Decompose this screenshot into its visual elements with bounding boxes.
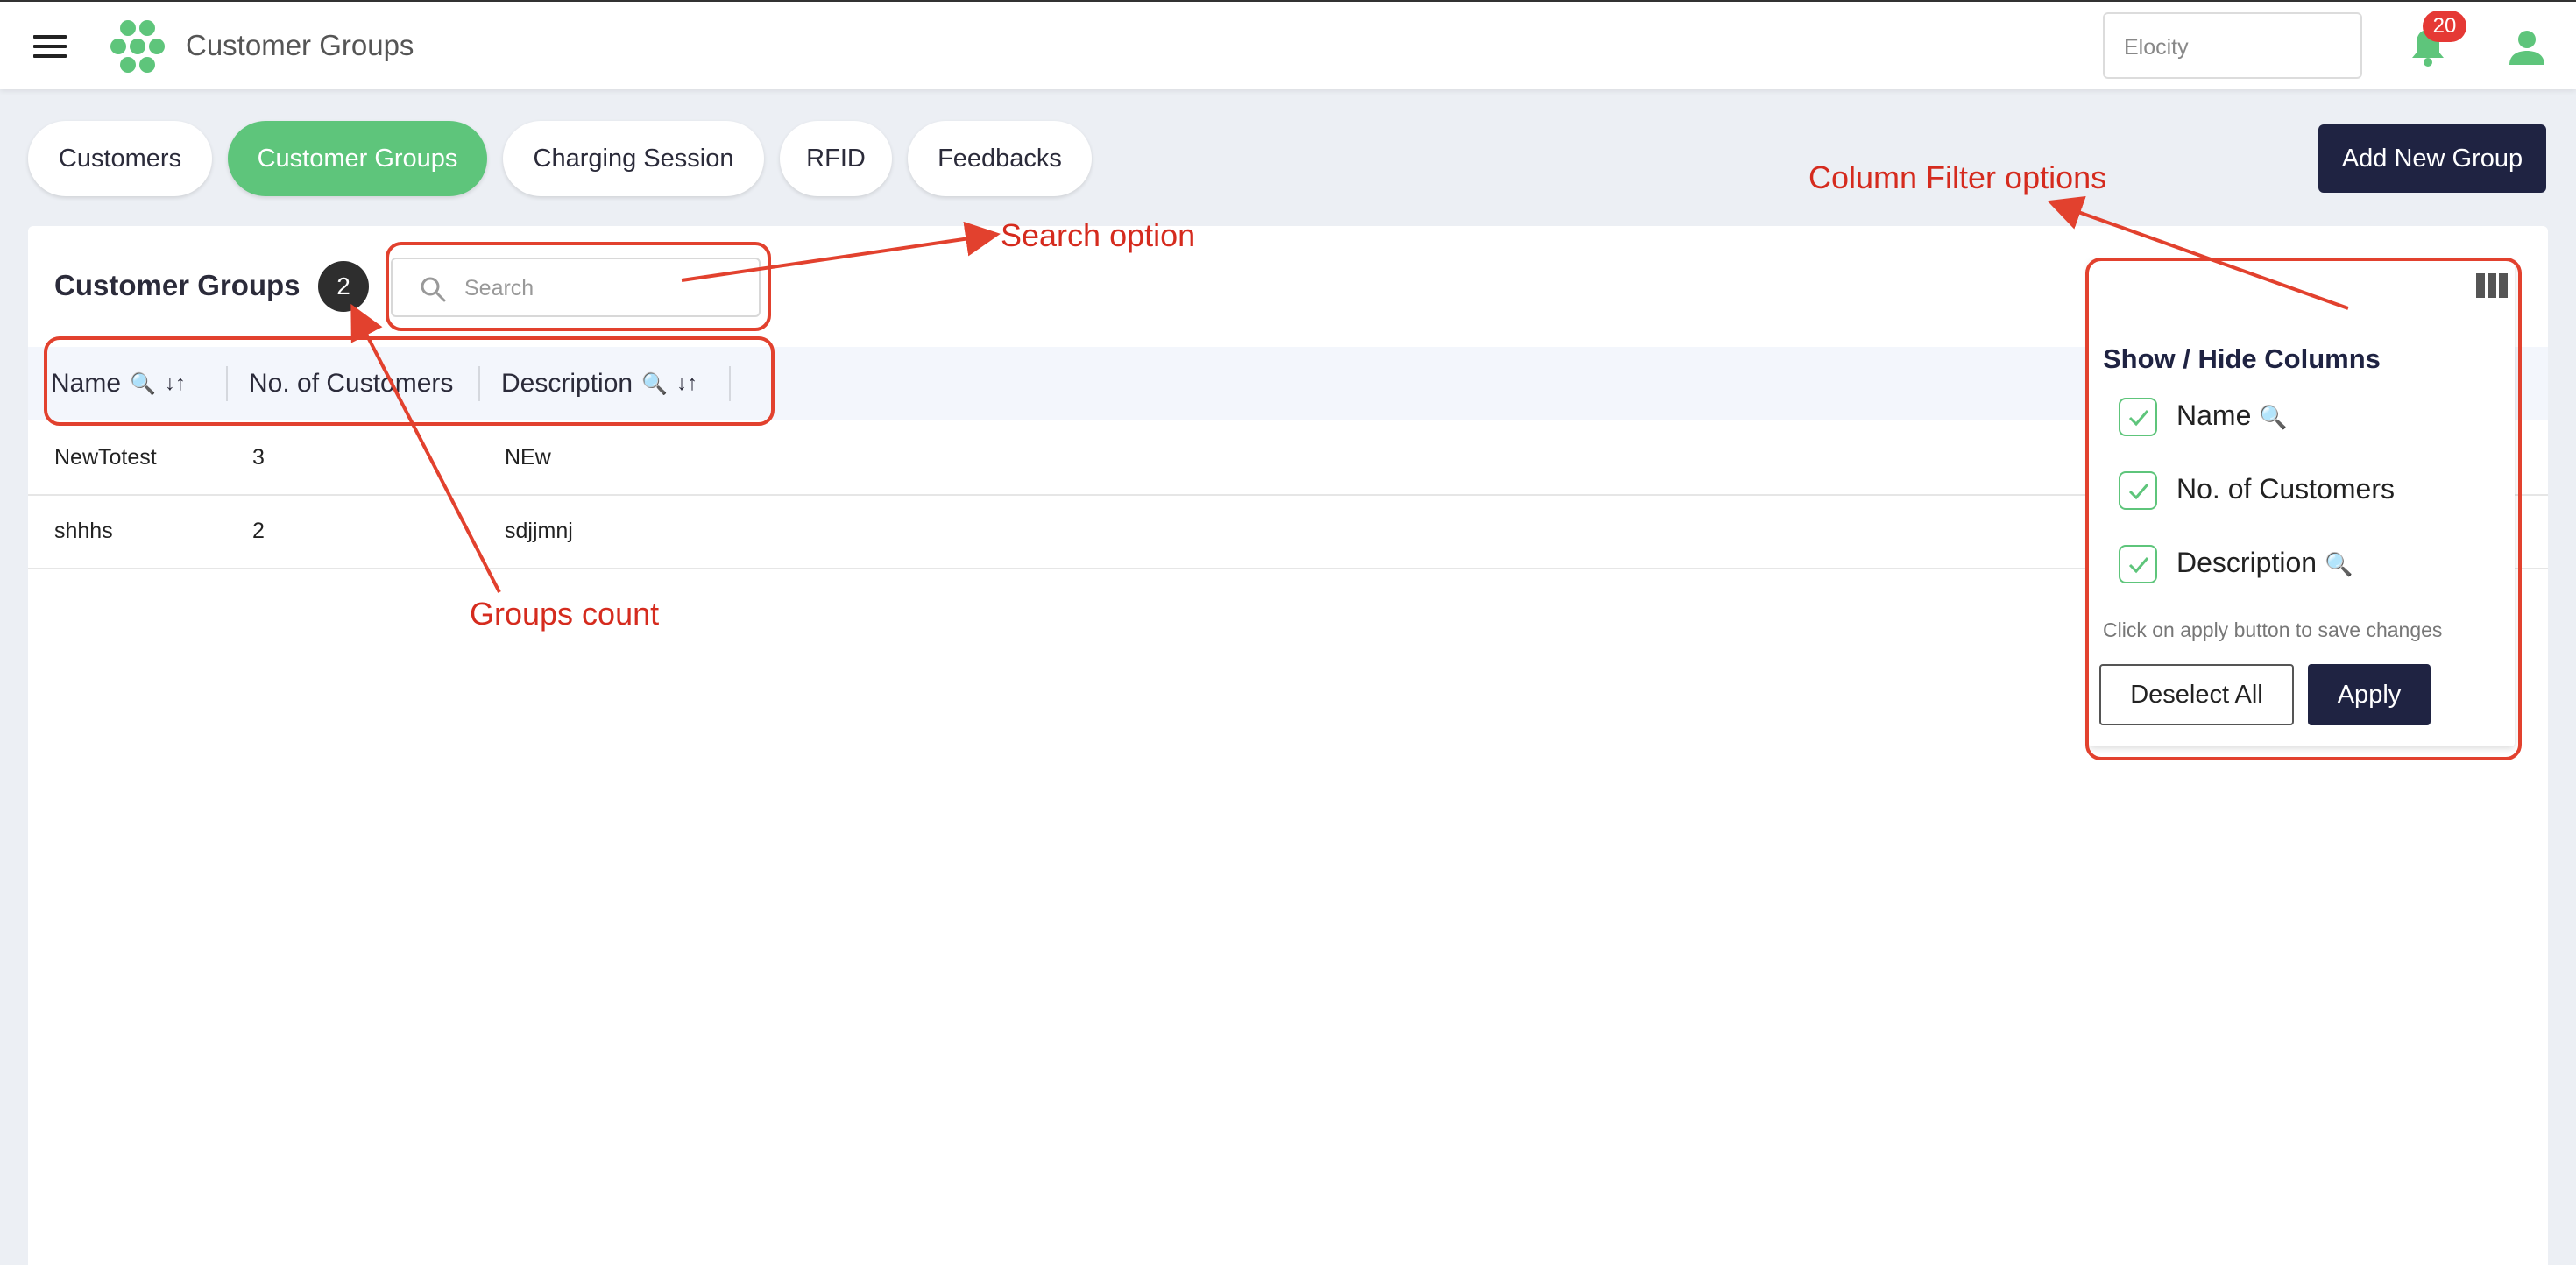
page-title: Customer Groups [186, 29, 414, 61]
menu-icon[interactable] [33, 35, 67, 60]
organization-select[interactable]: Elocity [2103, 12, 2362, 79]
top-app-bar: Customer Groups Elocity 20 [0, 0, 2576, 89]
annotation-columns-box [44, 336, 775, 426]
tab-charging-session[interactable]: Charging Session [503, 121, 764, 196]
add-new-group-button[interactable]: Add New Group [2318, 124, 2546, 193]
cell-name: shhhs [54, 518, 113, 543]
tab-feedbacks[interactable]: Feedbacks [908, 121, 1092, 196]
cell-customers: 3 [252, 444, 265, 470]
cell-description: NEw [505, 444, 551, 470]
annotation-groups-count: Groups count [470, 596, 660, 632]
annotation-filter-box [2085, 258, 2522, 760]
annotation-column-filter-options: Column Filter options [1808, 159, 2107, 195]
app-logo [110, 20, 165, 73]
annotation-search-option: Search option [1001, 217, 1196, 253]
cell-name: NewTotest [54, 444, 157, 470]
panel-title: Customer Groups [54, 269, 301, 301]
cell-description: sdjjmnj [505, 518, 573, 543]
notification-badge: 20 [2423, 11, 2466, 42]
annotation-search-box [386, 242, 771, 331]
user-icon[interactable] [2508, 28, 2546, 67]
tab-customer-groups[interactable]: Customer Groups [228, 121, 487, 196]
tab-rfid[interactable]: RFID [780, 121, 892, 196]
cell-customers: 2 [252, 518, 265, 543]
tab-customers[interactable]: Customers [28, 121, 212, 196]
groups-count-badge: 2 [318, 261, 369, 312]
